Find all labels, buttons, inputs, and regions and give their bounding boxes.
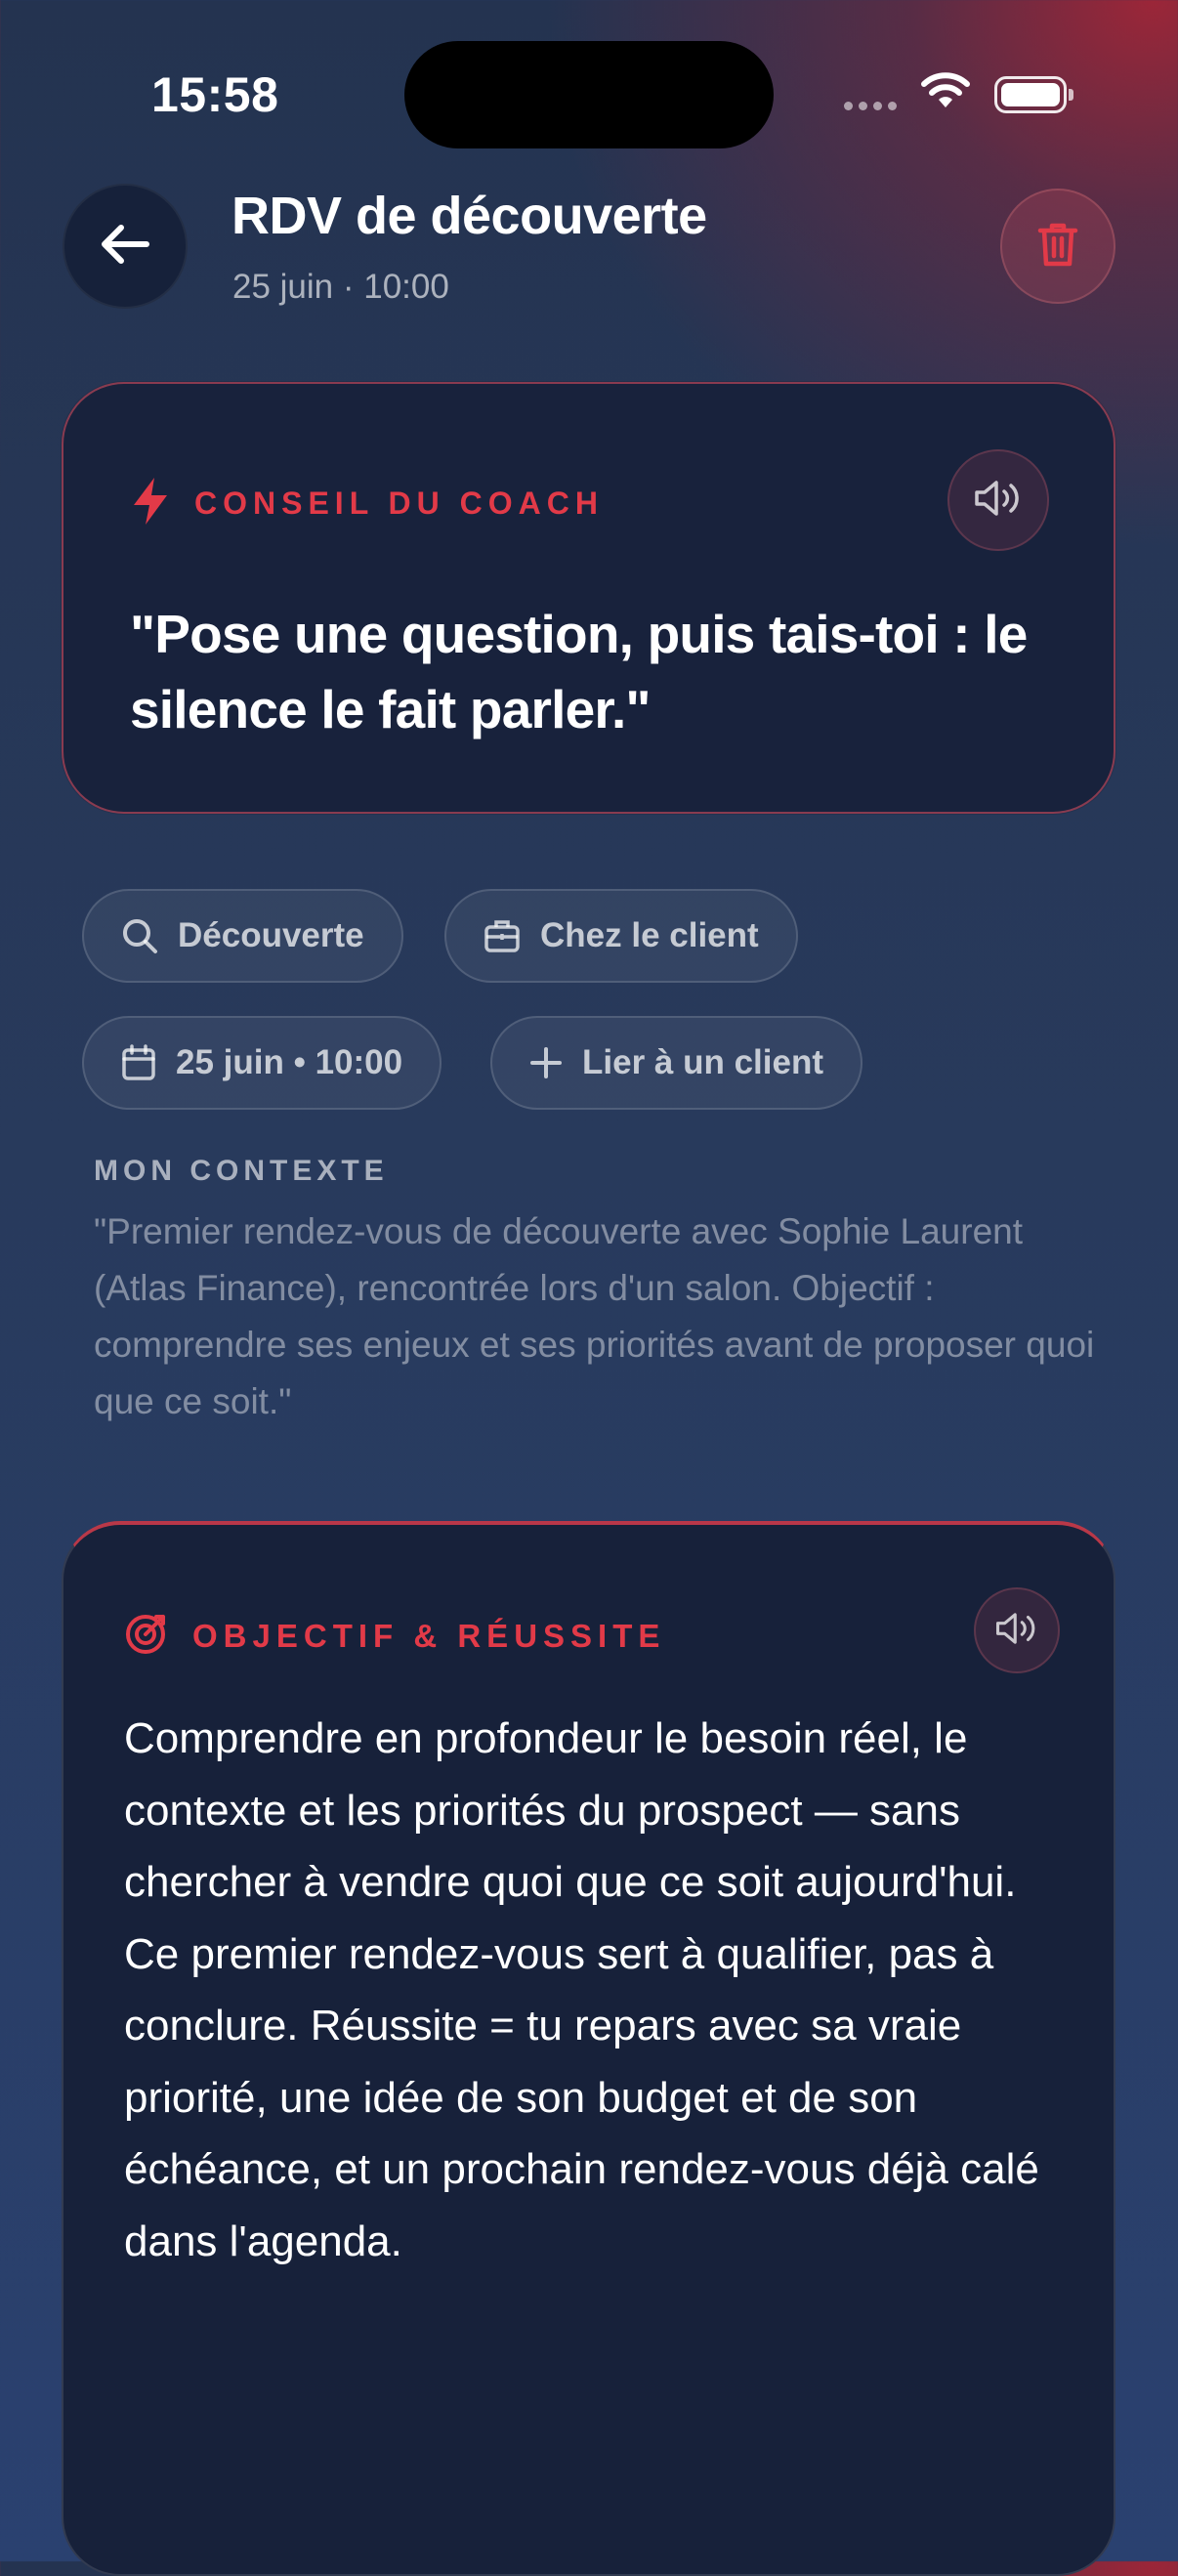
speaker-icon — [973, 479, 1024, 523]
cellular-signal-icon — [844, 102, 897, 110]
trash-icon — [1037, 221, 1078, 273]
calendar-icon — [121, 1044, 156, 1081]
speaker-icon — [994, 1611, 1039, 1651]
objective-text: Comprendre en profondeur le besoin réel,… — [124, 1714, 1039, 2265]
objective-label: OBJECTIF & RÉUSSITE — [192, 1617, 666, 1654]
meeting-type-chip[interactable]: Découverte — [82, 889, 403, 983]
coach-quote: "Pose une question, puis tais-toi : le s… — [130, 604, 1028, 739]
coach-tip-header: CONSEIL DU COACH — [130, 476, 604, 531]
target-icon — [124, 1611, 169, 1661]
date-label: 25 juin • 10:00 — [176, 1043, 403, 1081]
link-client-chip[interactable]: Lier à un client — [490, 1016, 862, 1110]
link-client-label: Lier à un client — [582, 1043, 823, 1081]
delete-button[interactable] — [1000, 189, 1115, 304]
plus-icon — [529, 1046, 563, 1079]
briefcase-icon — [484, 918, 521, 953]
location-label: Chez le client — [540, 916, 759, 954]
page-subtitle: 25 juin · 10:00 — [232, 268, 449, 306]
objective-audio-button[interactable] — [974, 1587, 1060, 1673]
dynamic-island — [404, 41, 774, 148]
lightning-bolt-icon — [130, 476, 171, 531]
coach-tip-label: CONSEIL DU COACH — [194, 486, 604, 521]
wifi-icon — [920, 72, 971, 116]
meeting-type-label: Découverte — [178, 916, 364, 954]
date-chip[interactable]: 25 juin • 10:00 — [82, 1016, 442, 1110]
objective-header: OBJECTIF & RÉUSSITE — [124, 1611, 665, 1661]
status-time: 15:58 — [151, 67, 279, 122]
arrow-left-icon — [100, 223, 150, 271]
coach-tip-card: CONSEIL DU COACH "Pose une question, pui… — [62, 382, 1115, 814]
location-chip[interactable]: Chez le client — [444, 889, 798, 983]
context-text[interactable]: "Premier rendez-vous de découverte avec … — [94, 1204, 1100, 1430]
search-icon — [121, 917, 158, 954]
battery-icon — [994, 76, 1073, 113]
coach-audio-button[interactable] — [947, 449, 1049, 551]
back-button[interactable] — [63, 184, 188, 309]
objective-card: OBJECTIF & RÉUSSITE Comprendre en profon… — [62, 1521, 1115, 2576]
page-title: RDV de découverte — [231, 187, 707, 245]
context-label: MON CONTEXTE — [94, 1155, 389, 1187]
